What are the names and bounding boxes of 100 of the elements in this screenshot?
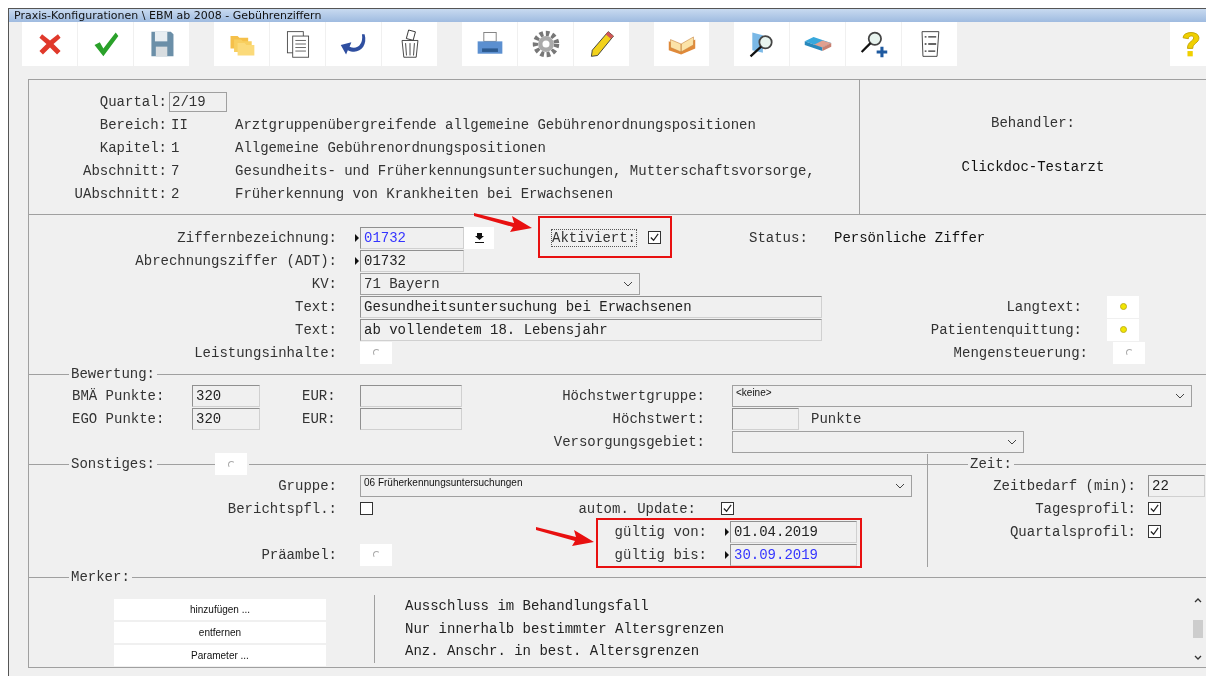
unit-label: Punkte [811,410,862,427]
field-label: Höchstwert: [611,410,705,427]
input-field[interactable]: 01732 [360,226,464,249]
field-label: Text: [294,298,337,315]
print-button[interactable] [462,22,517,66]
download-button[interactable] [464,226,494,249]
window-title: Praxis-Konfigurationen \ EBM ab 2008 - Gebührenziffern [14,9,322,22]
description-text: Allgemeine Gebührenordnungspositionen [235,139,546,156]
group-dropdown[interactable]: <keine> [732,384,1192,407]
field-label: Zeitbedarf (min): [992,477,1136,494]
edit-button[interactable] [574,22,629,66]
status-label: Status: [749,229,809,246]
option-label: Langtext: [1005,298,1082,315]
arrow-annotation [474,210,534,234]
radio-button[interactable] [215,453,247,475]
list-item[interactable]: Anz. Anschr. in best. Altersgrenzen [405,640,1190,663]
radio-button[interactable] [360,543,392,566]
help-button[interactable] [1170,22,1206,66]
field-label: Berichtspfl.: [226,500,337,517]
kv-dropdown[interactable]: 71 Bayern [360,272,640,295]
settings-button[interactable] [518,22,573,66]
code-text: 7 [171,162,181,179]
delete-button[interactable] [382,22,437,66]
group-title: Bewertung: [71,366,155,382]
field-label: Text: [294,321,337,338]
field-label: Bereich: [98,116,167,133]
option-label: Mengensteuerung: [952,344,1088,361]
input-field[interactable]: 01732 [360,249,464,272]
field-label: Ziffernbezeichnung: [176,229,337,246]
cancel-button[interactable] [22,22,77,66]
group-title: Zeit: [970,456,1012,472]
chevron-icon [895,483,905,489]
list-item[interactable]: Nur innerhalb bestimmter Altersgrenzen [405,617,1190,640]
confirm-button[interactable] [78,22,133,66]
text-field[interactable]: Gesundheitsuntersuchung bei Erwachsenen [360,295,822,318]
action-button[interactable]: hinzufügen ... [114,599,326,620]
list-button[interactable] [902,22,957,66]
field-label: Quartal: [98,93,167,110]
checkbox-label: Quartalsprofil: [1008,523,1136,540]
date-field[interactable]: 01.04.2019 [730,520,857,543]
checkbox[interactable] [1148,502,1161,515]
points-field[interactable]: 320 [192,407,260,430]
radio-button[interactable] [1107,318,1139,341]
field-label: Versorgungsgebiet: [552,433,705,450]
points-field[interactable]: 320 [192,384,260,407]
chevron-icon [1175,393,1185,399]
radio-button[interactable] [1107,295,1139,318]
field-label: Abrechnungsziffer (ADT): [134,252,337,269]
checkbox[interactable] [1148,525,1161,538]
field-label: gültig von: [613,523,707,540]
field-label: EGO Punkte: [72,410,166,427]
field-label: gültig bis: [613,546,707,563]
checkbox[interactable] [721,502,734,515]
eur-field[interactable] [360,384,462,407]
field-label: Höchstwertgruppe: [561,387,705,404]
save-button[interactable] [134,22,189,66]
code-text: 1 [171,139,181,156]
code-text: 2 [171,185,181,202]
description-text: Früherkennung von Krankheiten bei Erwachsenen [235,185,614,202]
group-dropdown[interactable]: 06 Früherkennungsuntersuchungen [360,474,912,497]
checkbox[interactable] [648,231,661,244]
checkbox[interactable] [360,502,373,515]
magnifier-plus-icon [858,29,889,59]
action-button[interactable]: Parameter ... [114,645,326,666]
input-field[interactable]: 22 [1148,474,1205,497]
search-button[interactable] [734,22,789,66]
download-icon [474,232,484,243]
description-text: Gesundheits- und Früherkennungsuntersuchungen, Mutterschaftsvorsorge, [235,162,815,179]
radio-button[interactable] [1113,341,1145,364]
description-text: Arztgruppenübergreifende allgemeine Gebührenordnungspositionen [235,116,756,133]
field-label: Abschnitt: [82,162,167,179]
field-label: KV: [310,275,337,292]
chevron-icon [1007,438,1017,445]
gear-icon [530,29,561,59]
list-item[interactable]: Ausschluss im Behandlungsfall [405,595,1190,618]
group-title: Sonstiges: [71,456,155,472]
quartal-field[interactable]: 2/19 [169,91,227,112]
option-label: Patientenquittung: [929,321,1082,338]
code-text: II [171,116,189,133]
status-value: Persönliche Ziffer [834,229,986,246]
field-label: UAbschnitt: [73,185,167,202]
scroll-thumb[interactable] [1193,620,1203,638]
checkbox-label: Aktiviert: [552,229,636,246]
book-button[interactable] [654,22,709,66]
checkbox-label: Tagesprofil: [1034,500,1136,517]
copy-button[interactable] [270,22,325,66]
chevron-icon [623,280,633,287]
date-field[interactable]: 30.09.2019 [730,543,857,566]
zoom-in-button[interactable] [846,22,901,66]
action-button[interactable]: entfernen [114,622,326,643]
undo-button[interactable] [326,22,381,66]
field-label: EUR: [302,387,337,404]
radio-button[interactable] [360,341,392,364]
text-field[interactable]: ab vollendetem 18. Lebensjahr [360,318,822,341]
input-field[interactable] [732,407,799,430]
field-label: BMÄ Punkte: [72,387,166,404]
eur-field[interactable] [360,407,462,430]
field-label: Präambel: [260,546,337,563]
area-dropdown[interactable] [732,430,1024,453]
arrow-annotation [536,524,596,548]
